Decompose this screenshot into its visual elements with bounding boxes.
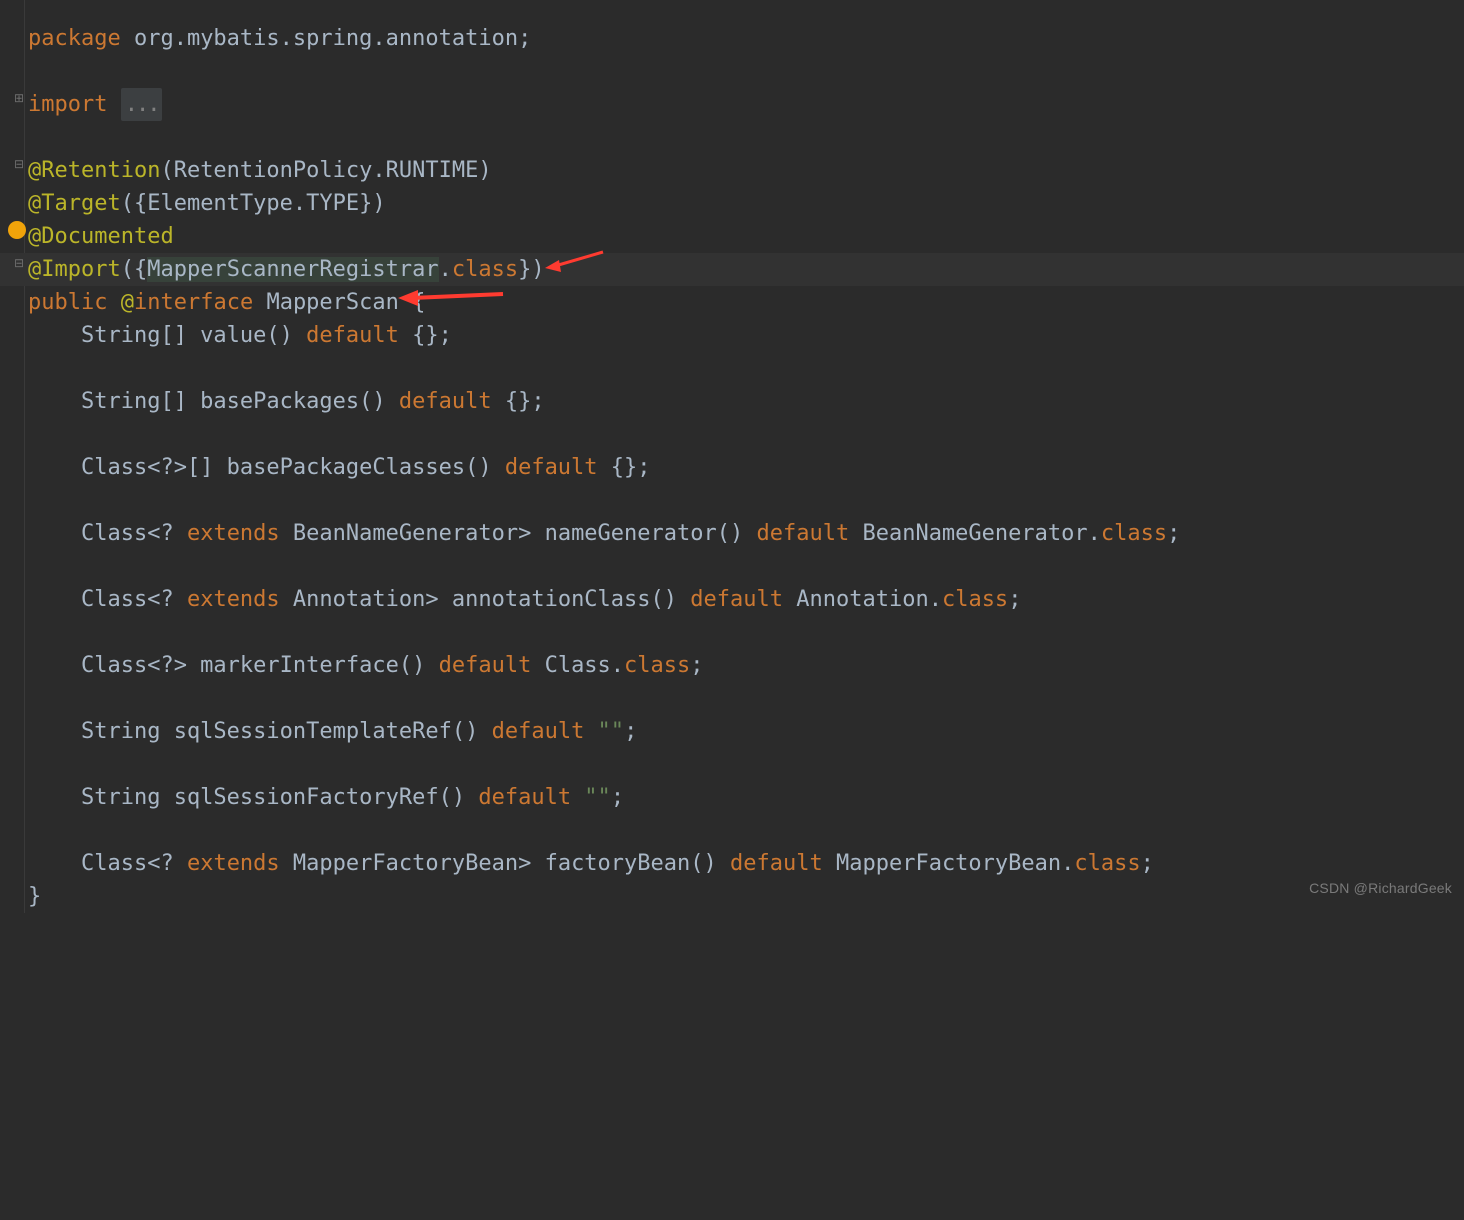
retention-args: (RetentionPolicy.RUNTIME) — [160, 158, 491, 183]
keyword-default: default — [690, 587, 783, 612]
line-sstr: String sqlSessionTemplateRef() — [28, 719, 492, 744]
breakpoint-icon[interactable] — [8, 221, 26, 239]
line-base-end: {}; — [492, 389, 545, 414]
keyword-class: class — [1074, 851, 1140, 876]
arrow-annotation-icon — [545, 248, 605, 272]
target-args: ({ElementType.TYPE}) — [121, 191, 386, 216]
line-bpc: Class<?>[] basePackageClasses() — [28, 455, 505, 480]
dot: . — [439, 257, 452, 282]
keyword-extends: extends — [187, 587, 280, 612]
line-fb-b: MapperFactoryBean> factoryBean() — [280, 851, 730, 876]
annotation-target: @Target — [28, 191, 121, 216]
folded-imports[interactable]: ... — [121, 88, 163, 121]
line-basepackages: String[] basePackages() — [28, 389, 399, 414]
line-value: String[] value() — [28, 323, 306, 348]
line-fb-a: Class<? — [28, 851, 187, 876]
keyword-interface: interface — [134, 290, 253, 315]
semi: ; — [1008, 587, 1021, 612]
line-ng-a: Class<? — [28, 521, 187, 546]
semi: ; — [1141, 851, 1154, 876]
mapper-registrar: MapperScannerRegistrar — [147, 257, 438, 282]
keyword-default: default — [399, 389, 492, 414]
close-brace: } — [28, 884, 41, 909]
keyword-package: package — [28, 26, 121, 51]
line-ng-c: BeanNameGenerator. — [849, 521, 1101, 546]
keyword-extends: extends — [187, 851, 280, 876]
annotation-at: @ — [107, 290, 134, 315]
keyword-default: default — [505, 455, 598, 480]
line-ac-b: Annotation> annotationClass() — [280, 587, 691, 612]
keyword-public: public — [28, 290, 107, 315]
code-editor[interactable]: ⊞ ⊟ ⊟ package org.mybatis.spring.annotat… — [0, 0, 1464, 913]
import-close: }) — [518, 257, 545, 282]
annotation-import: @Import — [28, 257, 121, 282]
line-fb-c: MapperFactoryBean. — [823, 851, 1075, 876]
package-path: org.mybatis.spring.annotation; — [121, 26, 532, 51]
keyword-import: import — [28, 92, 107, 117]
watermark: CSDN @RichardGeek — [1309, 872, 1452, 905]
import-open: ({ — [121, 257, 148, 282]
semi: ; — [1167, 521, 1180, 546]
arrow-annotation-icon — [398, 286, 508, 310]
line-ac-c: Annotation. — [783, 587, 942, 612]
empty-string: "" — [584, 719, 624, 744]
keyword-class: class — [452, 257, 518, 282]
semi: ; — [611, 785, 624, 810]
semi: ; — [690, 653, 703, 678]
annotation-retention: @Retention — [28, 158, 160, 183]
line-mi-a: Class<?> markerInterface() — [28, 653, 439, 678]
empty-string: "" — [571, 785, 611, 810]
line-mi-c: Class. — [531, 653, 624, 678]
keyword-default: default — [492, 719, 585, 744]
keyword-extends: extends — [187, 521, 280, 546]
line-bpc-end: {}; — [598, 455, 651, 480]
annotation-documented: @Documented — [28, 224, 174, 249]
line-ng-b: BeanNameGenerator> nameGenerator() — [280, 521, 757, 546]
keyword-class: class — [624, 653, 690, 678]
keyword-class: class — [942, 587, 1008, 612]
line-ac-a: Class<? — [28, 587, 187, 612]
fold-collapse-icon[interactable]: ⊟ — [14, 159, 24, 169]
keyword-default: default — [439, 653, 532, 678]
semi: ; — [624, 719, 637, 744]
keyword-default: default — [306, 323, 399, 348]
keyword-default: default — [478, 785, 571, 810]
keyword-default: default — [730, 851, 823, 876]
line-ssfr: String sqlSessionFactoryRef() — [28, 785, 478, 810]
fold-expand-icon[interactable]: ⊞ — [14, 93, 24, 103]
keyword-default: default — [757, 521, 850, 546]
line-value-end: {}; — [399, 323, 452, 348]
fold-collapse-icon[interactable]: ⊟ — [14, 258, 24, 268]
keyword-class: class — [1101, 521, 1167, 546]
code-content[interactable]: package org.mybatis.spring.annotation; i… — [0, 22, 1464, 913]
